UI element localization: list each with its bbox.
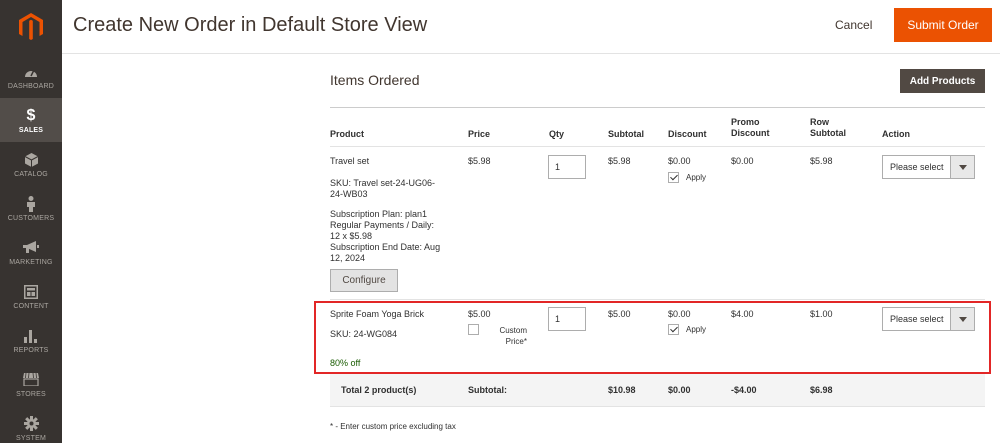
column-header-line: Discount <box>731 128 770 138</box>
subscription-line: 12, 2024 <box>330 253 366 263</box>
person-icon <box>26 195 36 213</box>
nav-item-system[interactable]: SYSTEM <box>0 406 62 443</box>
subscription-line: Subscription Plan: plan1 <box>330 209 428 219</box>
product-name: Travel set <box>330 156 370 166</box>
page-title: Create New Order in Default Store View <box>73 14 428 36</box>
highlight-box <box>314 301 991 374</box>
gear-icon <box>23 415 39 433</box>
product-sku-line: 24-WB03 <box>330 189 368 199</box>
section-title: Items Ordered <box>330 72 420 88</box>
column-header-line: Row <box>810 117 829 127</box>
action-select[interactable]: Please select <box>882 155 975 179</box>
total-promo-discount: -$4.00 <box>731 385 757 395</box>
apply-discount-checkbox[interactable] <box>668 172 679 183</box>
total-discount: $0.00 <box>668 385 691 395</box>
product-sku: SKU: Travel set-24-UG06- 24-WB03 <box>330 178 450 200</box>
magento-logo[interactable] <box>0 0 62 54</box>
configure-button[interactable]: Configure <box>330 269 398 292</box>
nav-item-content[interactable]: CONTENT <box>0 274 62 318</box>
nav-item-marketing[interactable]: MARKETING <box>0 230 62 274</box>
nav-label: STORES <box>16 390 46 398</box>
nav-item-sales[interactable]: $ SALES <box>0 98 62 142</box>
magento-logo-icon <box>19 13 43 40</box>
row-divider <box>330 299 985 300</box>
nav-label: SYSTEM <box>16 434 46 442</box>
total-subtotal: $10.98 <box>608 385 636 395</box>
cube-icon <box>24 151 38 169</box>
admin-sidebar: DASHBOARD $ SALES CATALOG CUSTOMERS MARK… <box>0 0 62 443</box>
item-row-subtotal: $5.98 <box>810 156 833 166</box>
nav-item-catalog[interactable]: CATALOG <box>0 142 62 186</box>
nav-item-reports[interactable]: REPORTS <box>0 318 62 362</box>
column-header-promo-discount: Promo Discount <box>731 117 770 139</box>
apply-discount-label: Apply <box>686 173 707 182</box>
cancel-button[interactable]: Cancel <box>835 18 872 32</box>
action-select-value: Please select <box>890 162 944 172</box>
total-row-subtotal: $6.98 <box>810 385 833 395</box>
nav-label: DASHBOARD <box>7 82 55 90</box>
dashboard-icon <box>24 63 38 81</box>
item-subtotal: $5.98 <box>608 156 631 166</box>
store-icon <box>23 371 39 389</box>
column-header-product: Product <box>330 129 365 139</box>
submit-order-button[interactable]: Submit Order <box>894 8 992 42</box>
subtotal-label: Subtotal: <box>468 385 507 395</box>
column-header-subtotal: Subtotal <box>608 129 644 139</box>
nav-label: MARKETING <box>9 258 53 266</box>
add-products-button[interactable]: Add Products <box>900 69 985 93</box>
nav-item-stores[interactable]: STORES <box>0 362 62 406</box>
qty-input[interactable] <box>548 155 586 179</box>
layout-icon <box>24 283 38 301</box>
column-header-row-subtotal: Row Subtotal <box>810 117 846 139</box>
footnote: * - Enter custom price excluding tax <box>330 422 456 431</box>
table-header-divider <box>330 107 985 108</box>
subscription-line: Subscription End Date: Aug <box>330 242 441 252</box>
page-header: Create New Order in Default Store View C… <box>62 0 1000 54</box>
nav-label: CUSTOMERS <box>7 214 55 222</box>
nav-label: REPORTS <box>13 346 49 354</box>
nav-label: SALES <box>18 126 44 134</box>
column-header-qty: Qty <box>549 129 565 139</box>
column-header-line: Promo <box>731 117 760 127</box>
subscription-line: 12 x $5.98 <box>330 231 373 241</box>
column-header-price: Price <box>468 129 491 139</box>
totals-row: Total 2 product(s) Subtotal: $10.98 $0.0… <box>330 374 985 407</box>
column-header-line: Subtotal <box>810 128 846 138</box>
nav-item-dashboard[interactable]: DASHBOARD <box>0 54 62 98</box>
product-sku-line: SKU: Travel set-24-UG06- <box>330 178 436 188</box>
item-price: $5.98 <box>468 156 491 166</box>
row-divider <box>330 146 985 147</box>
item-discount: $0.00 <box>668 156 691 166</box>
nav-item-customers[interactable]: CUSTOMERS <box>0 186 62 230</box>
bar-chart-icon <box>24 327 38 345</box>
item-promo-discount: $0.00 <box>731 156 754 166</box>
dollar-icon: $ <box>26 106 36 124</box>
megaphone-icon <box>23 239 39 257</box>
subscription-details: Subscription Plan: plan1 Regular Payment… <box>330 209 450 264</box>
chevron-down-icon <box>950 156 974 178</box>
nav-label: CATALOG <box>14 170 48 178</box>
nav-label: CONTENT <box>13 302 49 310</box>
column-header-action: Action <box>882 129 910 139</box>
column-header-discount: Discount <box>668 129 707 139</box>
total-products-label: Total 2 product(s) <box>341 385 417 395</box>
subscription-line: Regular Payments / Daily: <box>330 220 435 230</box>
